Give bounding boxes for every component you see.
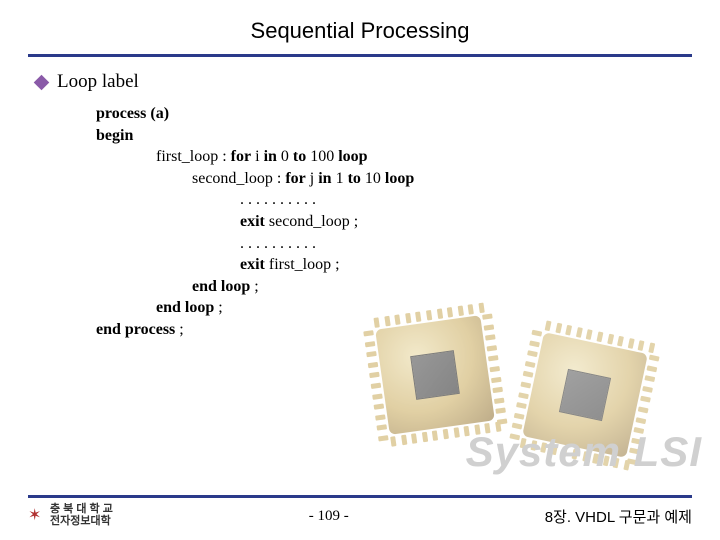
kw-exit: exit	[240, 256, 265, 273]
page-number: - 109 -	[309, 508, 349, 525]
kw-loop: loop	[385, 170, 414, 187]
code-text	[96, 256, 240, 273]
code-line: process (a)	[96, 105, 169, 122]
code-text: ;	[214, 299, 222, 316]
code-line: begin	[96, 127, 133, 144]
university-label: 충 북 대 학 교 전자정보대학	[50, 504, 113, 527]
kw-to: to	[348, 170, 361, 187]
star-icon	[28, 508, 44, 524]
chapter-label: 8장. VHDL 구문과 예제	[545, 506, 692, 527]
kw-for: for	[285, 170, 305, 187]
kw-loop: loop	[338, 148, 367, 165]
footer-divider	[28, 495, 692, 498]
code-text: ;	[175, 321, 183, 338]
code-line: . . . . . . . . . .	[96, 191, 316, 208]
kw-in: in	[318, 170, 331, 187]
kw-end-process: end process	[96, 321, 175, 338]
uni-line2: 전자정보대학	[50, 516, 113, 528]
code-text: j	[306, 170, 318, 187]
code-text: first_loop :	[96, 148, 231, 165]
watermark-text: System LSI	[466, 428, 702, 476]
code-text: 0	[277, 148, 293, 165]
code-text: second_loop ;	[265, 213, 358, 230]
code-text: second_loop :	[96, 170, 285, 187]
code-text: first_loop ;	[265, 256, 340, 273]
code-text	[96, 299, 156, 316]
bullet-row: Loop label	[36, 71, 720, 93]
title-divider	[28, 54, 692, 57]
code-text: 10	[361, 170, 385, 187]
bullet-text: Loop label	[57, 71, 139, 93]
code-text	[96, 213, 240, 230]
code-text: 100	[306, 148, 338, 165]
kw-end-loop: end loop	[192, 278, 250, 295]
kw-to: to	[293, 148, 306, 165]
code-text	[96, 278, 192, 295]
kw-exit: exit	[240, 213, 265, 230]
code-block: process (a) begin first_loop : for i in …	[96, 103, 720, 341]
code-text: 1	[332, 170, 348, 187]
code-text: i	[251, 148, 263, 165]
kw-in: in	[264, 148, 277, 165]
code-line: . . . . . . . . . .	[96, 235, 316, 252]
kw-for: for	[231, 148, 251, 165]
code-text: ;	[250, 278, 258, 295]
footer-left: 충 북 대 학 교 전자정보대학	[28, 504, 113, 527]
kw-end-loop: end loop	[156, 299, 214, 316]
page-title: Sequential Processing	[0, 0, 720, 54]
diamond-bullet-icon	[34, 74, 50, 90]
footer: 충 북 대 학 교 전자정보대학 - 109 - 8장. VHDL 구문과 예제	[28, 502, 692, 530]
